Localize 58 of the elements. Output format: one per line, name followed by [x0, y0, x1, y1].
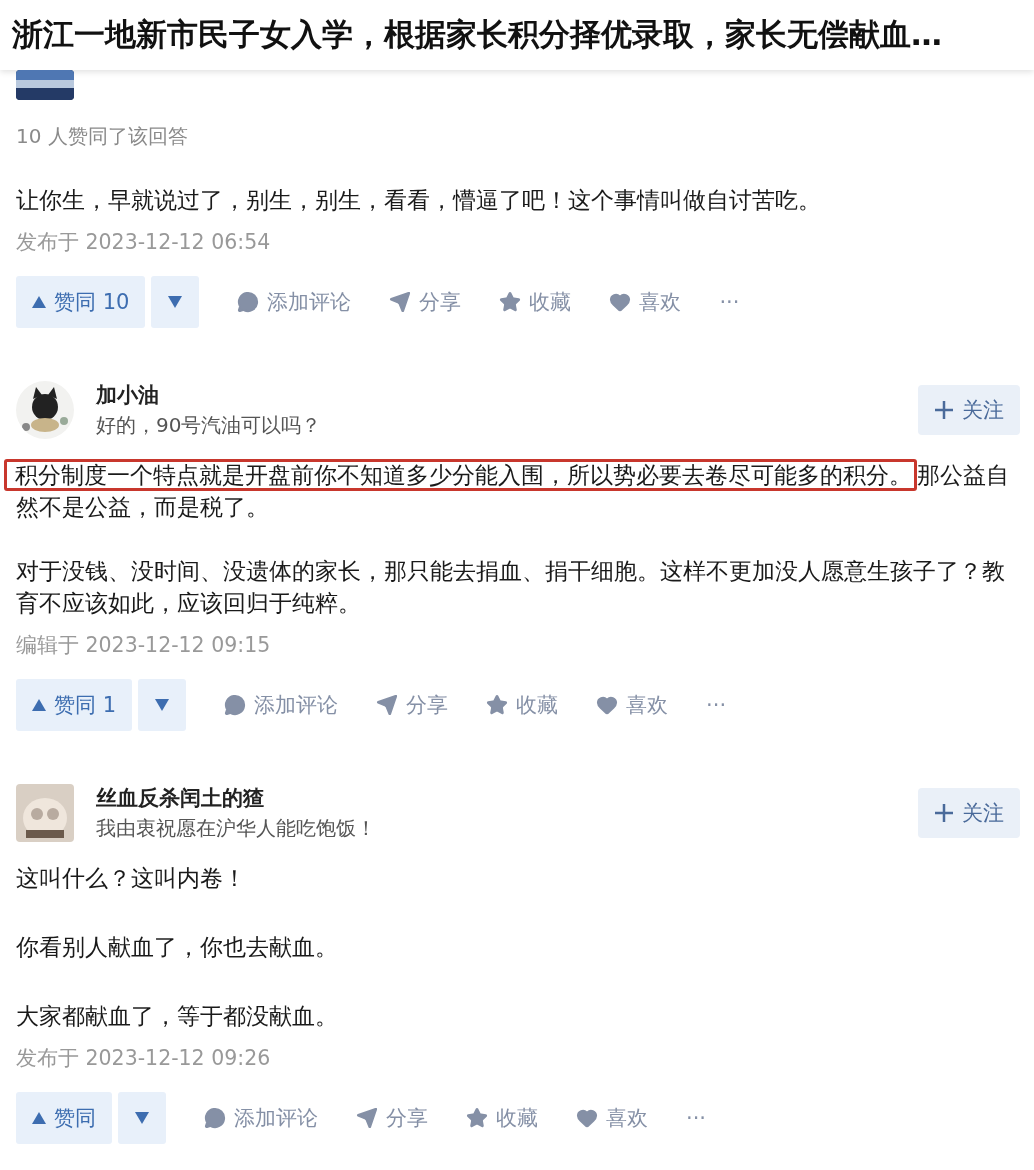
upvote-button[interactable]: 赞同	[16, 1092, 112, 1144]
star-icon	[499, 291, 522, 313]
share-button[interactable]: 分享	[389, 288, 462, 316]
comment-icon	[204, 1107, 226, 1129]
star-icon	[466, 1107, 488, 1129]
share-button[interactable]: 分享	[376, 691, 449, 719]
comment-icon	[224, 694, 247, 716]
author-name[interactable]: 丝血反杀闰土的猹	[96, 783, 896, 813]
follow-button[interactable]: 关注	[918, 788, 1020, 838]
heart-icon	[609, 291, 632, 313]
downvote-button[interactable]	[118, 1092, 166, 1144]
author-bio: 好的，90号汽油可以吗？	[96, 412, 323, 439]
timestamp: 编辑于 2023-12-12 09:15	[16, 632, 272, 659]
timestamp: 发布于 2023-12-12 09:26	[16, 1045, 272, 1072]
answer-paragraph: 这叫什么？这叫内卷！	[16, 864, 247, 893]
comment-button[interactable]: 添加评论	[204, 1104, 318, 1132]
triangle-up-icon	[32, 699, 46, 711]
heart-icon	[576, 1107, 598, 1129]
more-button[interactable]: ···	[706, 693, 727, 717]
triangle-down-icon	[168, 296, 183, 308]
upvote-button[interactable]: 赞同 10	[16, 276, 146, 328]
triangle-down-icon	[155, 699, 170, 711]
triangle-down-icon	[135, 1112, 149, 1124]
upvote-summary: 10 人赞同了该回答	[16, 123, 189, 150]
author-name[interactable]: 加小油	[96, 380, 896, 410]
share-button[interactable]: 分享	[356, 1104, 428, 1132]
plus-icon	[934, 400, 954, 420]
page-title: 浙江一地新市民子女入学，根据家长积分择优录取，家长无偿献血…	[0, 0, 1034, 70]
triangle-up-icon	[32, 296, 46, 308]
answer-paragraph: 让你生，早就说过了，别生，别生，看看，懵逼了吧！这个事情叫做自讨苦吃。	[16, 186, 822, 215]
triangle-up-icon	[32, 1112, 46, 1124]
send-icon	[356, 1107, 378, 1129]
answer-paragraph: 大家都献血了，等于都没献血。	[16, 1002, 339, 1031]
star-icon	[486, 694, 509, 716]
favorite-button[interactable]: 收藏	[499, 288, 572, 316]
like-button[interactable]: 喜欢	[609, 288, 682, 316]
comment-icon	[237, 291, 260, 313]
heart-icon	[596, 694, 619, 716]
comment-button[interactable]: 添加评论	[237, 288, 352, 316]
follow-button[interactable]: 关注	[918, 385, 1020, 435]
upvote-button[interactable]: 赞同 1	[16, 679, 133, 731]
favorite-button[interactable]: 收藏	[466, 1104, 538, 1132]
comment-button[interactable]: 添加评论	[224, 691, 339, 719]
send-icon	[376, 694, 399, 716]
author-bio: 我由衷祝愿在沪华人能吃饱饭！	[96, 815, 377, 842]
downvote-button[interactable]	[138, 679, 187, 731]
answer-paragraph: 对于没钱、没时间、没遗体的家长，那只能去捐血、捐干细胞。这样不更加没人愿意生孩子了？教育不应该如此，应该回归于纯粹。	[16, 557, 1006, 618]
answer-paragraph: 你看别人献血了，你也去献血。	[16, 933, 339, 962]
downvote-button[interactable]	[151, 276, 200, 328]
favorite-button[interactable]: 收藏	[486, 691, 559, 719]
plus-icon	[934, 803, 954, 823]
like-button[interactable]: 喜欢	[596, 691, 669, 719]
more-button[interactable]: ···	[686, 1106, 707, 1130]
highlighted-sentence: 积分制度一个特点就是开盘前你不知道多少分能入围，所以势必要去卷尽可能多的积分。	[4, 459, 917, 491]
more-button[interactable]: ···	[719, 290, 740, 314]
timestamp: 发布于 2023-12-12 06:54	[16, 229, 272, 256]
like-button[interactable]: 喜欢	[576, 1104, 648, 1132]
send-icon	[389, 291, 412, 313]
